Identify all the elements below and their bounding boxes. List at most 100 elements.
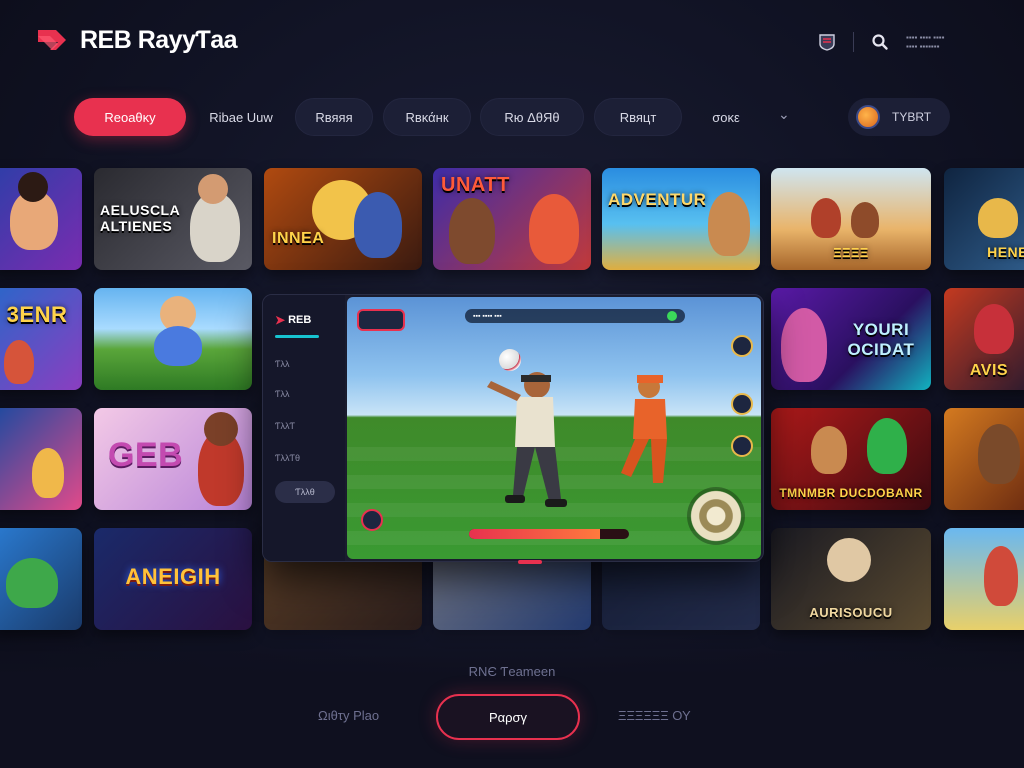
card-figure (449, 198, 495, 264)
card-figure (984, 546, 1018, 606)
game-card[interactable]: ANEIGIH (94, 528, 252, 630)
virtual-joystick (687, 487, 745, 545)
game-hud-score: ▪▪▪ ▪▪▪▪ ▪▪▪ (465, 309, 685, 323)
chevron-down-icon[interactable]: ⌄ (778, 106, 790, 123)
game-card[interactable]: UNATT (433, 168, 591, 270)
stamina-bar-fill (469, 529, 601, 539)
card-figure (354, 192, 402, 258)
preview-menu-item[interactable]: Ƭλλ (275, 359, 290, 369)
app-logo[interactable]: REB RayyƬaa (36, 24, 238, 56)
game-card[interactable] (944, 528, 1024, 630)
game-card[interactable]: GEB (94, 408, 252, 510)
tab-category-3[interactable]: Rю ΔθЯθ (480, 98, 584, 136)
card-title: YOURI OCIDAT (847, 320, 915, 359)
hud-score-text: ▪▪▪ ▪▪▪▪ ▪▪▪ (473, 312, 502, 320)
hud-status-icon (667, 311, 677, 321)
game-card[interactable]: TMNMBR DUCDOBANR (771, 408, 931, 510)
profile-chip[interactable]: TYBRT (848, 98, 950, 136)
card-figure (811, 426, 847, 474)
hud-pause-icon (731, 335, 753, 357)
game-card[interactable]: YOURI OCIDAT (771, 288, 931, 390)
preview-brand-label: REB (288, 314, 312, 326)
card-figure-head (827, 538, 871, 582)
header-meta-line: ▪▪▪▪ ▪▪▪▪ ▪▪▪▪ (906, 33, 945, 42)
game-card[interactable] (0, 528, 82, 630)
card-figure (4, 340, 34, 384)
card-figure (974, 304, 1014, 354)
tab-more[interactable]: σoκε (696, 98, 756, 136)
card-title: AELUSCLA ALTIENES (100, 202, 180, 234)
card-title: HENE (987, 244, 1024, 260)
search-icon[interactable] (868, 30, 892, 54)
card-title: UNATT (441, 174, 510, 196)
carousel-indicator[interactable] (518, 560, 542, 564)
card-figure (32, 448, 64, 498)
game-card[interactable]: AVIS (944, 288, 1024, 390)
preview-menu-item[interactable]: Ƭλλ (275, 389, 290, 399)
tab-category-4[interactable]: Rвяцт (594, 98, 682, 136)
card-title: AURISOUCU (809, 605, 893, 620)
card-title: INNEA (272, 230, 325, 247)
card-figure (978, 198, 1018, 238)
hud-skill-icon (731, 435, 753, 457)
card-figure (851, 202, 879, 238)
preview-sidebar: ➤ REB Ƭλλ Ƭλλ ƬλλƬ ƬλλƬθ Ƭλλθ (263, 295, 345, 561)
card-figure (781, 308, 827, 382)
tab-featured[interactable]: Reoaθκy (74, 98, 186, 136)
logo-arrow-icon (38, 30, 66, 50)
shield-icon[interactable] (815, 30, 839, 54)
avatar (856, 105, 880, 129)
app-title: REB RayyƬaa (80, 25, 238, 54)
game-card[interactable]: ADVENTUR (602, 168, 760, 270)
opponent-character (621, 375, 667, 483)
header-divider (853, 32, 854, 52)
card-title: ANEIGIH (125, 564, 221, 589)
card-title: TMNMBR DUCDOBANR (779, 486, 923, 500)
footer-actions: Ωιθτy Ρlao Ραρσγ ΞΞΞΞΞΞ ΟΥ (0, 694, 1024, 740)
card-figure (867, 418, 907, 474)
game-card[interactable]: HENE (944, 168, 1024, 270)
game-card[interactable]: 3ENR (0, 288, 82, 390)
play-button[interactable]: Ραρσγ (436, 694, 580, 740)
preview-menu-item[interactable]: ƬλλƬθ (275, 453, 300, 463)
footer-label: RNЄ Ƭeameen (468, 664, 556, 679)
card-figure (154, 326, 202, 366)
card-title: ADVENTUR (608, 190, 707, 209)
game-card[interactable]: ΞΞΞΞ (771, 168, 931, 270)
footer-right-link[interactable]: ΞΞΞΞΞΞ ΟΥ (618, 708, 691, 723)
card-title: AVIS (969, 362, 1009, 379)
game-card[interactable] (0, 168, 82, 270)
header-meta-line: ▪▪▪▪ ▪▪▪▪▪▪▪ (906, 42, 940, 51)
game-card[interactable]: INNEA (264, 168, 422, 270)
card-figure-head (204, 412, 238, 446)
hud-skill-icon (731, 393, 753, 415)
header-meta: ▪▪▪▪ ▪▪▪▪ ▪▪▪▪ ▪▪▪▪ ▪▪▪▪▪▪▪ (906, 33, 976, 51)
game-card[interactable]: AELUSCLA ALTIENES (94, 168, 252, 270)
preview-menu-item[interactable]: ƬλλƬ (275, 421, 295, 431)
card-figure (529, 194, 579, 264)
card-figure (708, 192, 750, 256)
game-card[interactable] (0, 408, 82, 510)
game-preview-panel[interactable]: ➤ REB Ƭλλ Ƭλλ ƬλλƬ ƬλλƬθ Ƭλλθ ▪▪▪ ▪▪▪▪ ▪▪… (262, 294, 764, 562)
card-figure (978, 424, 1020, 484)
active-indicator (275, 335, 319, 338)
game-card[interactable] (944, 408, 1024, 510)
card-figure-head (18, 172, 48, 202)
gameplay-screenshot: ▪▪▪ ▪▪▪▪ ▪▪▪ (347, 297, 761, 559)
top-bar: REB RayyƬaa ▪▪▪▪ ▪▪▪▪ ▪▪▪▪ ▪▪▪▪ ▪▪▪▪▪▪▪ (0, 0, 1024, 84)
tab-category-2[interactable]: Rвκάнк (383, 98, 471, 136)
game-card[interactable]: AURISOUCU (771, 528, 931, 630)
preview-action-button[interactable]: Ƭλλθ (275, 481, 335, 503)
card-figure (6, 558, 58, 608)
card-title: ΞΞΞΞ (833, 245, 869, 260)
footer-left-link[interactable]: Ωιθτy Ρlao (318, 708, 379, 723)
stamina-bar (469, 529, 629, 539)
hud-badge (357, 309, 405, 331)
card-title: 3ENR (6, 302, 68, 327)
card-figure-head (198, 174, 228, 204)
tab-browse[interactable]: Ribae Uuw (196, 98, 286, 136)
player-character (487, 372, 567, 507)
card-title: GEB (108, 436, 184, 474)
game-card[interactable] (94, 288, 252, 390)
tab-category-1[interactable]: Rвяяя (295, 98, 373, 136)
